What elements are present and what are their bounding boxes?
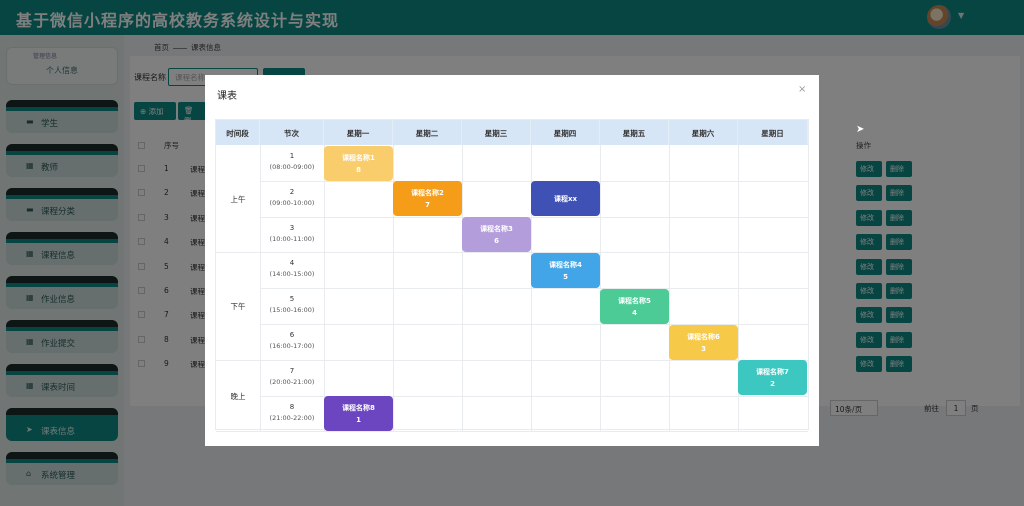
grid-column-line — [324, 145, 325, 432]
timetable-header-cell: 节次 — [260, 120, 324, 145]
slot-time: (14:00-15:00) — [269, 270, 315, 279]
slot-time: (09:00-10:00) — [269, 198, 315, 207]
slot-time: (20:00-21:00) — [269, 377, 315, 386]
course-sub: 4 — [632, 308, 637, 317]
slot-number: 1 — [289, 152, 295, 160]
dialog-title: 课表 — [217, 91, 237, 102]
timetable-header-cell: 星期二 — [393, 120, 462, 145]
course-block[interactable]: 课程xx — [531, 181, 600, 217]
course-block[interactable]: 课程名称1 8 — [324, 145, 393, 181]
grid-row-line — [260, 216, 808, 218]
course-sub: 6 — [494, 237, 499, 246]
timetable-header-cell: 星期五 — [600, 120, 669, 145]
slot-cell: 8 (21:00-22:00) — [260, 402, 324, 424]
timetable-header-cell: 星期四 — [531, 120, 600, 145]
timetable-header-cell: 时间段 — [216, 120, 260, 145]
course-sub: 1 — [356, 416, 361, 425]
close-icon[interactable]: × — [798, 84, 806, 95]
grid-row-line — [216, 431, 808, 433]
course-name: 课程名称2 — [411, 189, 444, 198]
period-label: 下午 — [230, 302, 246, 312]
slot-time: (21:00-22:00) — [269, 413, 315, 422]
course-name: 课程名称6 — [687, 332, 720, 341]
slot-number: 2 — [289, 187, 295, 196]
course-block[interactable]: 课程名称7 2 — [738, 360, 807, 396]
course-block[interactable]: 课程名称3 6 — [462, 217, 531, 253]
slot-number: 5 — [289, 295, 295, 304]
course-sub: 7 — [425, 201, 430, 210]
timetable-header-cell: 星期三 — [462, 120, 531, 145]
course-name: 课程名称4 — [549, 260, 582, 269]
course-block[interactable]: 课程名称5 4 — [600, 288, 669, 324]
grid-row-line — [260, 288, 808, 290]
course-block[interactable]: 课程名称6 3 — [669, 324, 738, 360]
timetable-header-cell: 星期六 — [669, 120, 738, 145]
slot-time: (16:00-17:00) — [269, 342, 315, 350]
slot-number: 6 — [289, 331, 295, 339]
slot-time: (10:00-11:00) — [269, 234, 315, 243]
course-block[interactable]: 课程名称2 7 — [393, 181, 462, 217]
course-block[interactable]: 课程名称4 5 — [531, 252, 600, 288]
slot-number: 3 — [289, 223, 295, 232]
slot-time: (15:00-16:00) — [269, 306, 315, 315]
timetable-header-cell: 星期一 — [324, 120, 393, 145]
slot-cell: 7 (20:00-21:00) — [260, 366, 324, 388]
grid-row-line — [216, 359, 808, 361]
slot-cell: 3 (10:00-11:00) — [260, 223, 324, 245]
schedule-dialog: 课表 × 时间段 节次 星期一 星期二 星期三 星期四 星期五 星期六 星期日上午下午晚上 1 (0… — [205, 75, 819, 446]
timetable: 时间段 节次 星期一 星期二 星期三 星期四 星期五 星期六 星期日上午下午晚上 1 (08:00-… — [215, 119, 809, 433]
course-block[interactable]: 课程名称8 1 — [324, 396, 393, 432]
course-name: 课程名称3 — [480, 225, 513, 234]
slot-number: 4 — [289, 259, 295, 268]
period-label: 上午 — [230, 194, 246, 204]
course-name: 课程名称1 — [342, 153, 375, 162]
slot-time: (08:00-09:00) — [269, 163, 315, 171]
mouse-cursor-icon: ➤ — [856, 124, 865, 135]
grid-column-line — [600, 145, 601, 432]
timetable-header-cell: 星期日 — [738, 120, 808, 145]
course-name: 课程名称8 — [342, 404, 375, 413]
course-name: 课程xx — [553, 195, 578, 204]
slot-number: 7 — [289, 366, 295, 375]
course-sub: 8 — [356, 165, 361, 174]
course-sub: 2 — [770, 380, 775, 389]
course-sub: 3 — [701, 344, 706, 353]
slot-cell: 2 (09:00-10:00) — [260, 187, 324, 209]
grid-row-line — [216, 252, 808, 254]
slot-cell: 5 (15:00-16:00) — [260, 294, 324, 316]
course-sub: 5 — [563, 272, 568, 281]
period-label: 晚上 — [230, 391, 246, 401]
slot-cell: 1 (08:00-09:00) — [260, 151, 324, 173]
slot-cell: 4 (14:00-15:00) — [260, 258, 324, 280]
slot-cell: 6 (16:00-17:00) — [260, 330, 324, 352]
grid-column-line — [462, 145, 463, 432]
course-name: 课程名称5 — [618, 296, 651, 305]
course-name: 课程名称7 — [756, 368, 789, 377]
slot-number: 8 — [289, 402, 295, 411]
grid-column-line — [669, 145, 670, 432]
